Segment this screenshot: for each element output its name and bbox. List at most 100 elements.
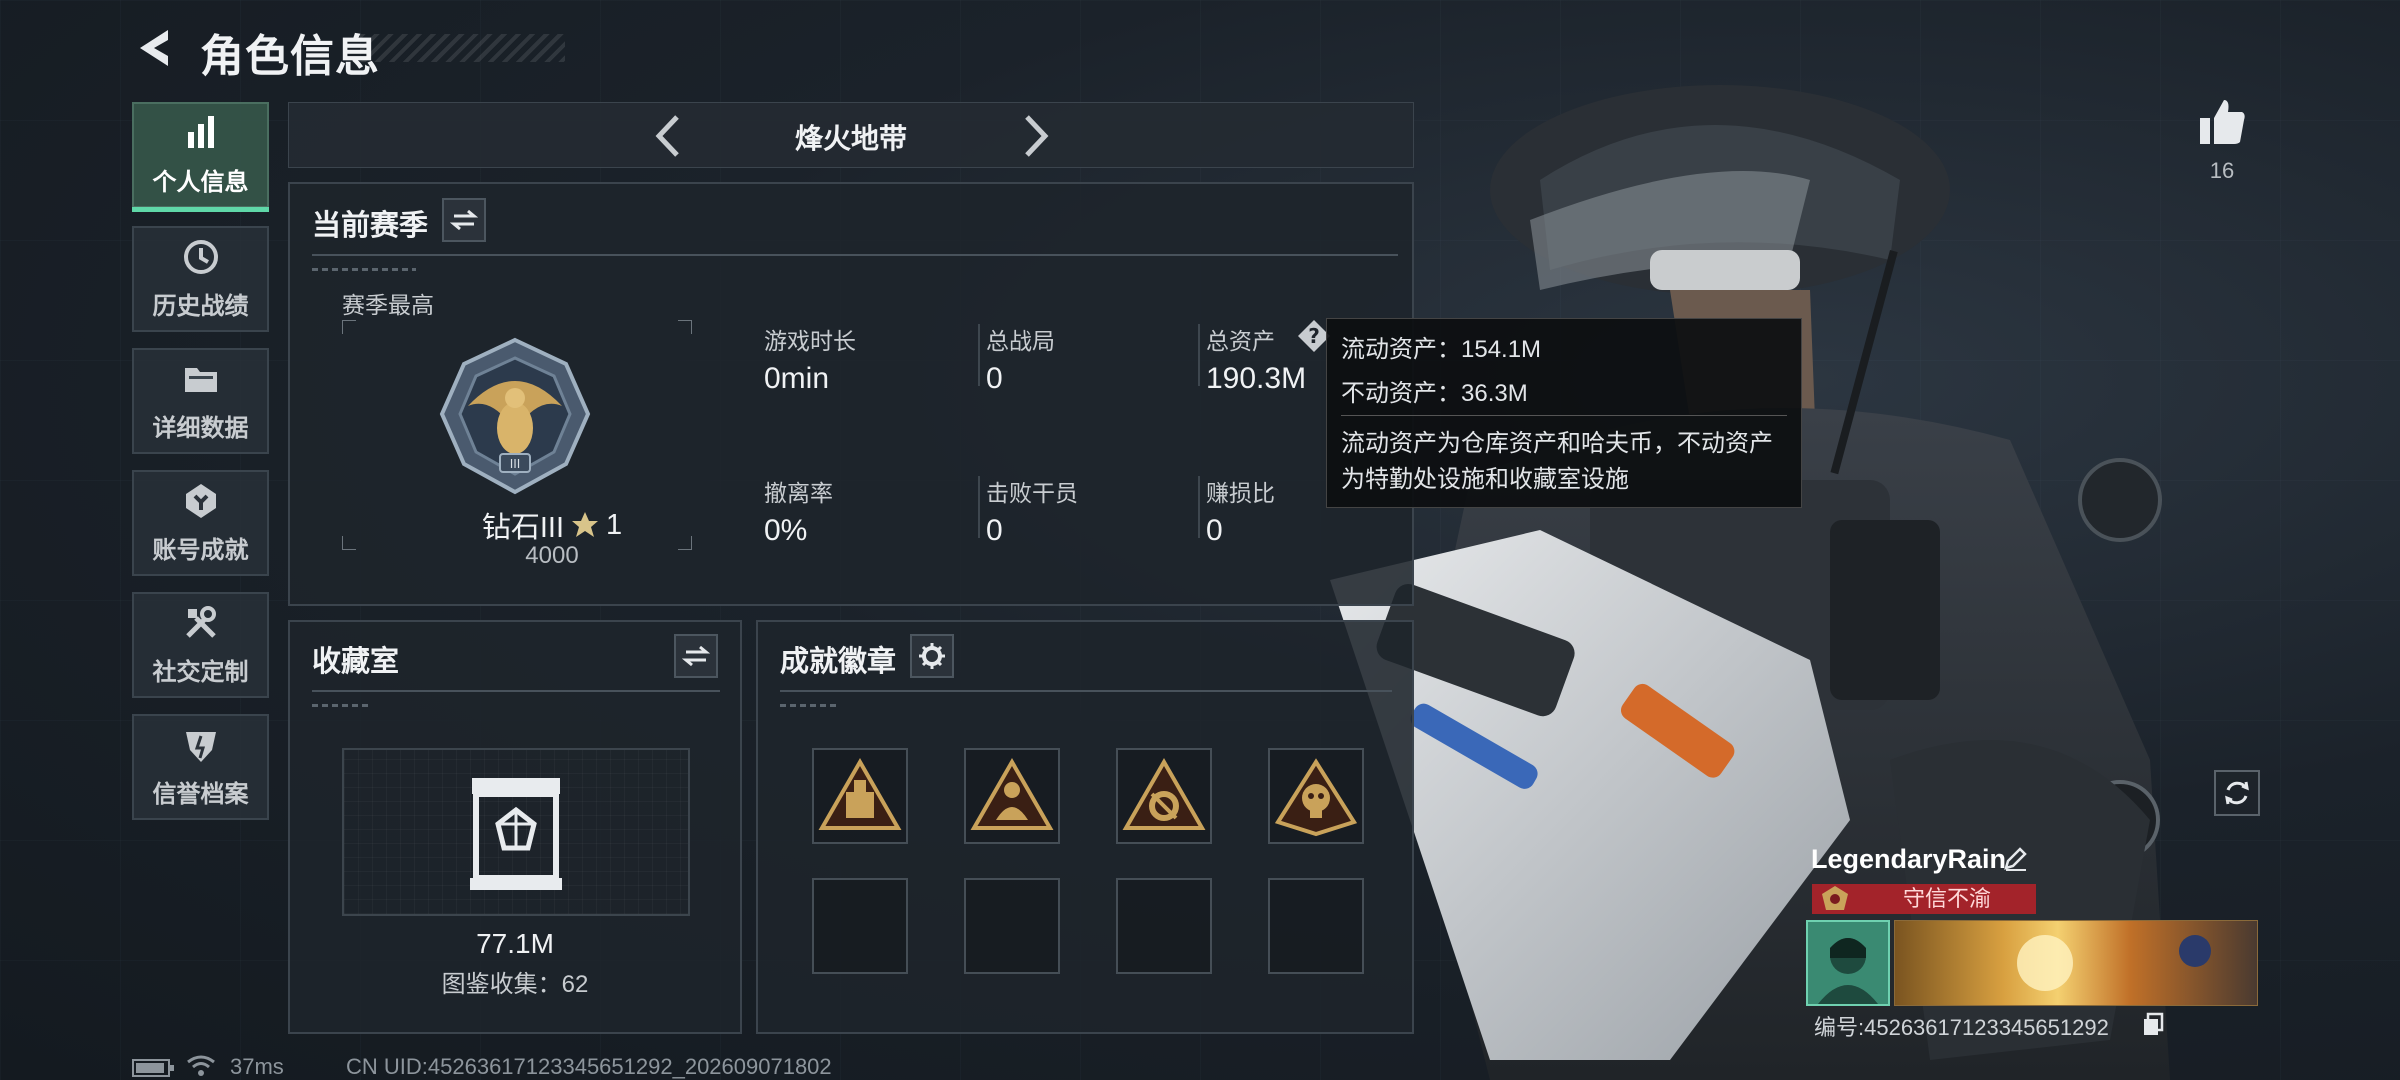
player-avatar[interactable] xyxy=(1806,920,1890,1006)
dash-decoration xyxy=(780,704,840,707)
rank-star-count: 1 xyxy=(606,508,623,541)
tooltip-liquid-assets: 流动资产：154.1M xyxy=(1341,336,1542,363)
player-title: 守信不渝 xyxy=(1902,886,1991,911)
stat-separator xyxy=(1198,476,1200,538)
stat-value-extraction-rate: 0% xyxy=(764,514,808,547)
thumbs-up-icon[interactable] xyxy=(2196,96,2248,148)
season-best-label: 赛季最高 xyxy=(342,292,434,318)
sidebar-item-credit-record[interactable]: 信誉档案 xyxy=(132,714,269,820)
stat-value-total-matches: 0 xyxy=(986,362,1003,395)
figure-badge-icon xyxy=(970,757,1054,830)
collection-panel: 收藏室 77.1M 图鉴收集：62 xyxy=(288,620,742,1034)
copy-icon[interactable] xyxy=(2142,1012,2166,1036)
stat-value-operators-defeated: 0 xyxy=(986,514,1003,547)
edit-pencil-icon[interactable] xyxy=(2002,846,2028,872)
folder-icon xyxy=(184,367,217,392)
rank-name: 钻石III xyxy=(481,512,565,544)
gear-badge-icon xyxy=(1122,757,1206,830)
sidebar-item-label: 历史战绩 xyxy=(152,292,249,320)
sidebar-item-label: 信誉档案 xyxy=(152,780,249,808)
vault-display-case-icon xyxy=(470,778,562,890)
stat-separator xyxy=(978,324,980,386)
sidebar-item-history[interactable]: 历史战绩 xyxy=(132,226,269,332)
stat-value-total-assets: 190.3M xyxy=(1206,362,1307,395)
uid-text: CN UID:452636171233456512​92_20260907180… xyxy=(346,1054,832,1079)
likes-count: 16 xyxy=(2209,158,2235,183)
stat-label-playtime: 游戏时长 xyxy=(764,328,856,354)
badges-divider xyxy=(780,690,1392,692)
wifi-icon xyxy=(187,1055,215,1076)
collection-title: 收藏室 xyxy=(312,646,400,678)
bar-chart-icon xyxy=(187,115,214,148)
stat-label-total-matches: 总战局 xyxy=(986,328,1055,354)
rank-points: 4000 xyxy=(525,542,579,569)
collection-room-preview[interactable] xyxy=(342,748,690,916)
dash-decoration xyxy=(312,704,372,707)
battery-icon xyxy=(132,1059,174,1077)
gear-icon xyxy=(919,643,945,669)
badges-title: 成就徽章 xyxy=(780,646,897,678)
season-title: 当前赛季 xyxy=(312,210,429,242)
star-icon xyxy=(572,512,599,537)
season-divider xyxy=(312,254,1398,256)
stat-label-total-assets: 总资产 xyxy=(1206,328,1275,354)
refresh-icon xyxy=(2225,781,2249,805)
stat-value-playtime: 0min xyxy=(764,362,830,395)
achievement-badge-icon xyxy=(185,483,216,518)
player-banner-card[interactable] xyxy=(1894,920,2258,1006)
achievement-badges-panel: 成就徽章 xyxy=(756,620,1414,1034)
svg-text:III: III xyxy=(510,457,521,471)
swap-collection-button[interactable] xyxy=(674,634,718,678)
collection-divider xyxy=(312,690,720,692)
stat-value-profit-loss-ratio: 0 xyxy=(1206,514,1223,547)
diamond-rank-emblem-icon: III xyxy=(439,337,591,495)
sidebar-item-detailed-data[interactable]: 详细数据 xyxy=(132,348,269,454)
credit-shield-icon xyxy=(185,731,216,762)
badge-slot-empty[interactable] xyxy=(812,878,908,974)
sidebar-item-label: 社交定制 xyxy=(152,658,249,686)
mode-selector: 烽火地带 xyxy=(288,102,1414,168)
swap-season-button[interactable] xyxy=(442,198,486,242)
dash-decoration xyxy=(312,268,416,271)
title-emblem-icon xyxy=(1822,886,1848,910)
stat-label-profit-loss-ratio: 赚损比 xyxy=(1206,480,1275,506)
ping-value: 37ms xyxy=(230,1054,284,1079)
badge-slot[interactable] xyxy=(812,748,908,844)
avatar-portrait-icon xyxy=(1818,938,1878,1004)
tooltip-divider xyxy=(1341,415,1787,416)
skull-badge-icon xyxy=(1274,758,1358,837)
badge-slot[interactable] xyxy=(964,748,1060,844)
stat-separator xyxy=(1198,324,1200,386)
badge-slot[interactable] xyxy=(1116,748,1212,844)
sidebar-item-label: 个人信息 xyxy=(152,168,249,196)
mode-title: 烽火地带 xyxy=(794,123,907,154)
collection-value: 77.1M xyxy=(476,928,554,959)
sidebar-item-label: 账号成就 xyxy=(152,536,249,564)
badge-slot[interactable] xyxy=(1268,748,1364,844)
player-name: LegendaryRain xyxy=(1811,844,2007,874)
tooltip-desc-line2: 为特勤处设施和收藏室设施 xyxy=(1341,466,1629,493)
assets-tooltip: 流动资产：154.1M 不动资产：36.3M 流动资产为仓库资产和哈夫币，不动资… xyxy=(1326,318,1802,508)
rotate-character-button[interactable] xyxy=(2214,770,2260,816)
tooltip-fixed-assets: 不动资产：36.3M xyxy=(1341,380,1528,407)
sidebar-item-label: 详细数据 xyxy=(152,414,249,442)
badge-slot-empty[interactable] xyxy=(964,878,1060,974)
player-title-ribbon: 守信不渝 xyxy=(1812,884,2036,914)
sidebar-item-social-custom[interactable]: 社交定制 xyxy=(132,592,269,698)
sidebar-item-personal-info[interactable]: 个人信息 xyxy=(132,102,269,212)
collection-count: 图鉴收集：62 xyxy=(441,971,589,998)
sidebar-item-achievements[interactable]: 账号成就 xyxy=(132,470,269,576)
back-arrow-icon[interactable] xyxy=(132,26,176,70)
badge-slot-empty[interactable] xyxy=(1268,878,1364,974)
chevron-right-icon[interactable] xyxy=(1013,111,1057,161)
svg-text:?: ? xyxy=(1308,324,1320,348)
player-id: 编号:452636171233456512​92 xyxy=(1814,1015,2109,1040)
badge-slot-empty[interactable] xyxy=(1116,878,1212,974)
tooltip-desc-line1: 流动资产为仓库资产和哈夫币，不动资产 xyxy=(1341,430,1773,457)
badges-settings-button[interactable] xyxy=(910,634,954,678)
history-clock-icon xyxy=(183,239,218,274)
stat-label-extraction-rate: 撤离率 xyxy=(764,480,833,506)
swap-arrows-icon xyxy=(450,209,478,231)
season-panel: 当前赛季 赛季最高 III 钻石III 1 4000 游戏时长 0min 总战局… xyxy=(288,182,1414,606)
swap-arrows-icon xyxy=(682,645,710,667)
